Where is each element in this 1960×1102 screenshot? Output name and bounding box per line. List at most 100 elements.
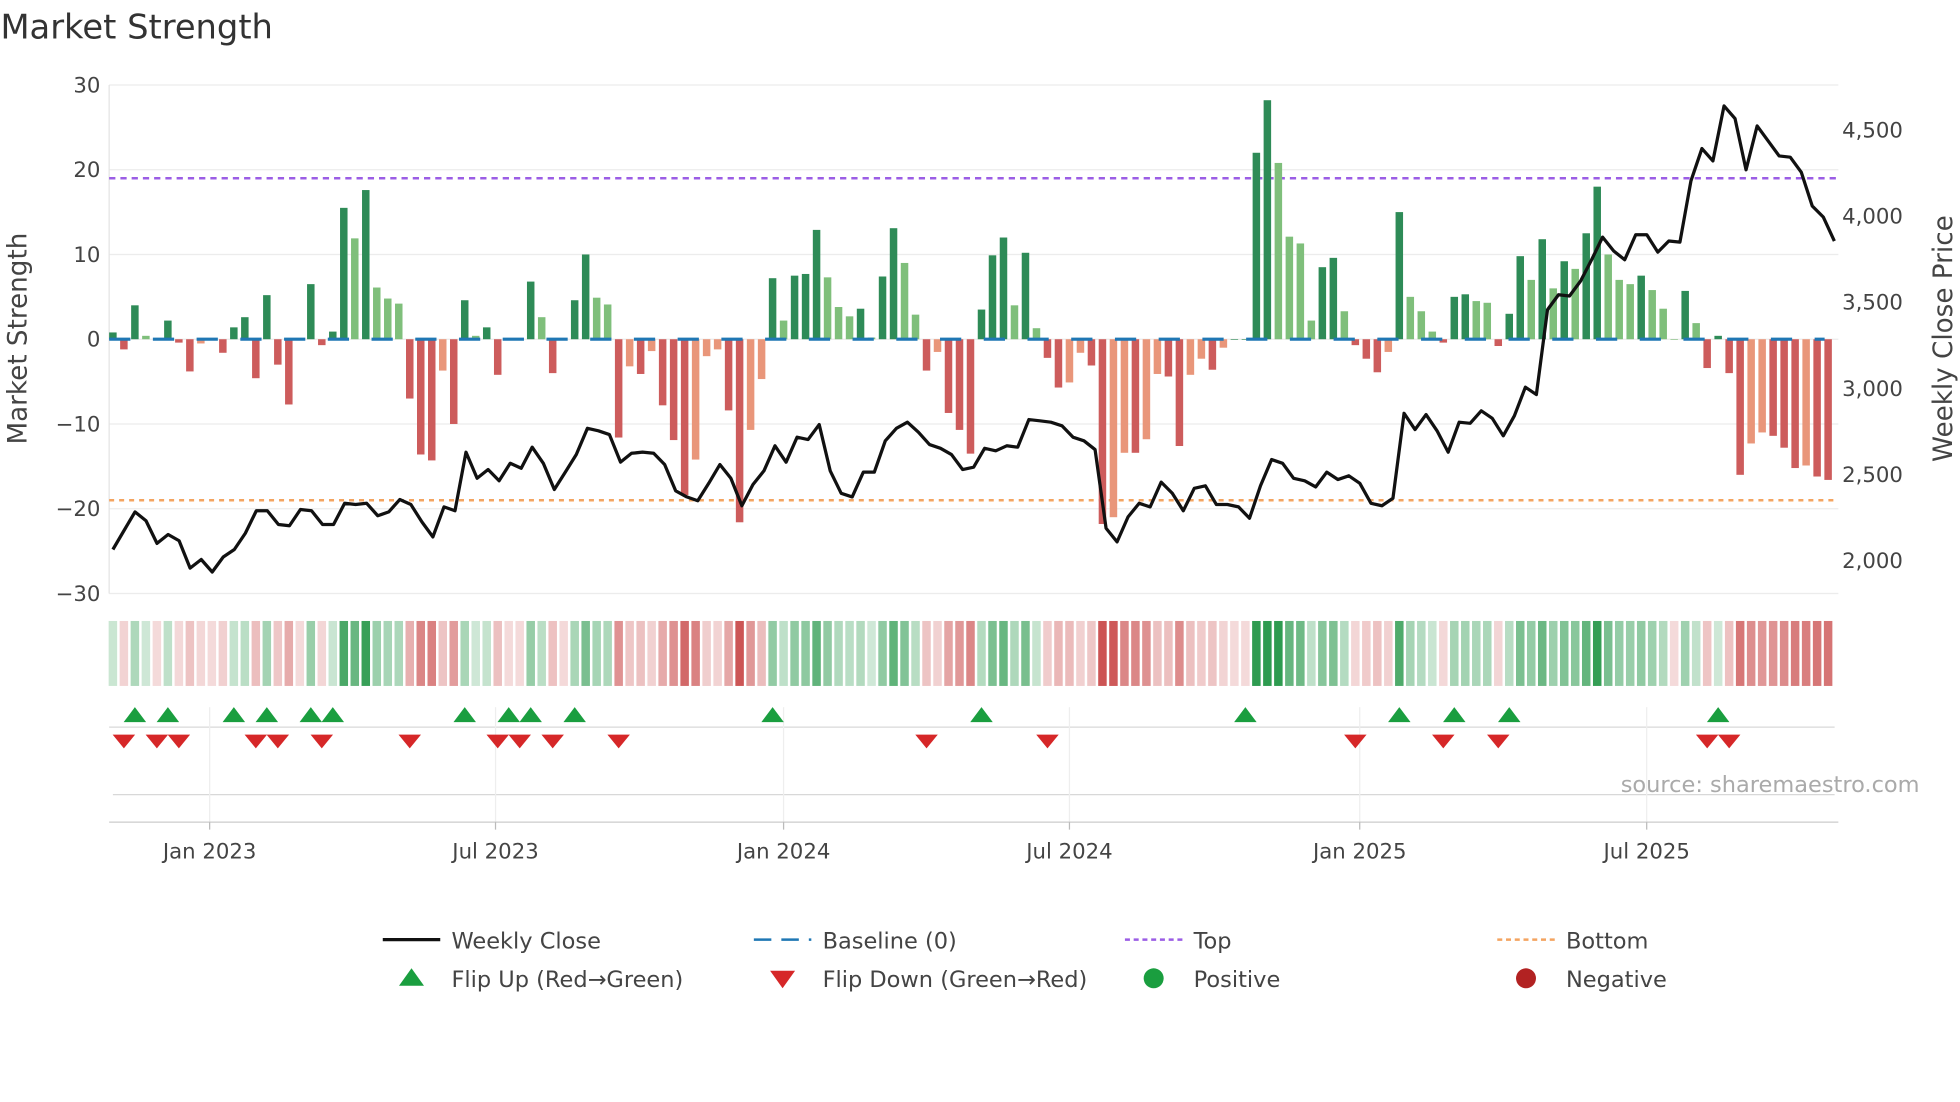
strip-cell xyxy=(1757,620,1767,686)
strip-cell xyxy=(702,620,711,686)
strip-cell xyxy=(768,620,777,686)
strip-cell xyxy=(185,620,195,686)
strength-bar xyxy=(1010,305,1019,340)
strength-bar xyxy=(548,339,557,374)
strip-cell xyxy=(1779,620,1789,686)
strip-cell xyxy=(933,620,942,686)
strip-cell xyxy=(284,620,294,686)
strength-bar xyxy=(955,339,964,430)
strength-bar xyxy=(691,339,700,460)
y-tick-label: 0 xyxy=(87,328,101,353)
strength-bar xyxy=(1307,320,1316,340)
strength-bar xyxy=(1516,256,1525,340)
strip-cell xyxy=(1384,620,1393,686)
strip-cell xyxy=(922,620,931,686)
flip-up-icon xyxy=(563,707,586,723)
strength-bar xyxy=(1758,339,1766,433)
strip-cell xyxy=(1417,620,1426,686)
strip-cell xyxy=(460,620,469,686)
strip-cell xyxy=(1285,620,1294,686)
strength-bar xyxy=(493,339,502,375)
strength-bar xyxy=(384,298,392,340)
strip-cell xyxy=(834,620,843,686)
strength-bar xyxy=(933,339,942,352)
legend-item: Bottom xyxy=(1497,928,1648,954)
strength-bar xyxy=(834,307,843,340)
strength-bar xyxy=(647,339,656,352)
legend-label: Negative xyxy=(1566,967,1667,993)
strength-bar xyxy=(1274,162,1283,340)
legend-positive-icon xyxy=(1143,968,1164,989)
strength-bar xyxy=(1395,212,1404,340)
x-tick-label: Jan 2025 xyxy=(1311,839,1407,864)
strength-bar xyxy=(900,262,909,340)
strength-bar xyxy=(1296,243,1305,340)
strength-bar xyxy=(1153,339,1162,374)
y2-tick-label: 4,000 xyxy=(1842,204,1903,229)
strip-cell xyxy=(196,620,206,686)
strength-bar xyxy=(1021,252,1030,340)
strength-bar xyxy=(1725,339,1733,374)
strip-cell xyxy=(713,620,722,686)
strip-cell xyxy=(1186,620,1195,686)
flip-up-icon xyxy=(156,707,180,723)
strip-cell xyxy=(1142,620,1151,686)
flip-down-icon xyxy=(1432,734,1455,749)
legend-item: Baseline (0) xyxy=(753,928,957,954)
strip-cell xyxy=(1439,620,1448,686)
strip-cell xyxy=(1472,620,1481,686)
strength-bar xyxy=(1626,284,1634,340)
strip-cell xyxy=(1450,620,1459,686)
flip-down-icon xyxy=(112,734,136,749)
strength-bar xyxy=(625,339,634,367)
strength-bar xyxy=(438,339,447,371)
x-tick-label: Jan 2023 xyxy=(161,839,257,864)
flip-down-icon xyxy=(1487,734,1510,749)
strength-bar xyxy=(944,339,953,413)
strip-cell xyxy=(262,620,272,686)
flip-down-icon xyxy=(244,734,268,749)
y-tick-label: 30 xyxy=(73,73,100,98)
strength-bar xyxy=(1747,339,1755,444)
strength-bar xyxy=(1637,275,1645,340)
strength-bar xyxy=(1263,100,1272,340)
strip-cell xyxy=(383,620,393,686)
strength-bar xyxy=(1472,301,1481,340)
strip-cell xyxy=(108,620,118,686)
strip-cell xyxy=(1428,620,1437,686)
strip-cell xyxy=(471,620,480,686)
strength-bar xyxy=(1208,339,1217,370)
strength-bar xyxy=(889,228,898,340)
strip-cell xyxy=(1351,620,1360,686)
strip-cell xyxy=(1373,620,1382,686)
strip-cell xyxy=(625,620,634,686)
strip-cell xyxy=(526,620,535,686)
flip-up-icon xyxy=(1706,707,1730,723)
strength-bar xyxy=(449,339,458,424)
strip-cell xyxy=(1669,620,1679,686)
flip-up-icon xyxy=(761,707,784,723)
strip-cell xyxy=(1164,620,1173,686)
flip-down-icon xyxy=(1695,734,1719,749)
strip-cell xyxy=(372,620,382,686)
flip-up-icon xyxy=(321,707,345,723)
strip-cell xyxy=(548,620,557,686)
strip-cell xyxy=(1724,620,1734,686)
flip-down-icon xyxy=(1344,734,1367,749)
strip-cell xyxy=(1219,620,1228,686)
strip-cell xyxy=(757,620,766,686)
strip-cell xyxy=(988,620,997,686)
strength-bar xyxy=(164,320,172,340)
strength-bar xyxy=(790,275,799,340)
y-tick-label: −20 xyxy=(56,497,101,522)
strip-cell xyxy=(130,620,140,686)
strip-cell xyxy=(141,620,151,686)
strip-cell xyxy=(361,620,371,686)
strength-bar xyxy=(1571,268,1579,340)
strip-cell xyxy=(1625,620,1635,686)
strip-cell xyxy=(636,620,645,686)
x-tick-label: Jul 2023 xyxy=(450,839,538,864)
strength-bar xyxy=(581,254,590,340)
strip-cell xyxy=(1307,620,1316,686)
strip-cell xyxy=(1494,620,1503,686)
